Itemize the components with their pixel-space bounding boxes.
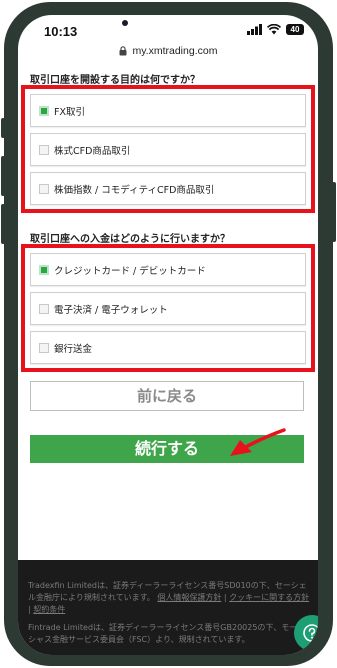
deposit-question: 取引口座への入金はどのように行いますか？ [30,234,230,245]
checkbox-checked[interactable] [39,105,49,116]
option-fx-trading[interactable]: FX取引 [30,94,306,127]
option-credit-card[interactable]: クレジットカード / デビットカード [30,253,306,286]
status-time: 10:13 [44,24,78,39]
volume-up-button [1,156,5,196]
option-label: 株価指数 / コモディティCFD商品取引 [54,184,215,196]
footer: Tradexfin Limitedは、証券ディーラーライセンス番号SD010の下… [18,560,318,655]
footer-text-tradexfin: Tradexfin Limitedは、証券ディーラーライセンス番号SD010の下… [28,580,310,616]
checkbox[interactable] [39,144,49,155]
purpose-highlight-box: FX取引 株式CFD商品取引 株価指数 / コモディティCFD商品取引 [21,85,315,213]
status-icons: 40 [247,24,304,35]
footer-line2: Fintrade Limitedは、証券ディーラーライセンス番号GB20025の… [28,623,306,644]
red-arrow-annotation [230,428,286,456]
silent-switch [1,118,5,138]
address-bar[interactable]: my.xmtrading.com [18,45,318,63]
cookie-policy-link[interactable]: クッキーに関する方針 [229,593,309,602]
checkbox-checked[interactable] [39,264,49,275]
battery-icon: 40 [286,24,304,35]
deposit-highlight-box: クレジットカード / デビットカード 電子決済 / 電子ウォレット 銀行送金 [21,244,315,372]
option-label: 電子決済 / 電子ウォレット [54,304,168,316]
lock-icon [119,46,127,56]
checkbox[interactable] [39,183,49,194]
power-button [332,182,336,242]
footer-separator: | [223,593,227,602]
option-stock-cfd[interactable]: 株式CFD商品取引 [30,133,306,166]
purpose-question: 取引口座を開設する目的は何ですか？ [30,75,200,86]
back-button[interactable]: 前に戻る [30,381,304,411]
status-bar: 10:13 40 [18,15,318,45]
screen: 10:13 40 my.xmtrading.com 取引口座を開設する目的は何で… [18,15,318,655]
option-index-commodity-cfd[interactable]: 株価指数 / コモディティCFD商品取引 [30,172,306,205]
signal-icon [247,24,262,35]
terms-link[interactable]: 契約条件 [33,605,65,614]
wifi-icon [267,24,281,35]
volume-down-button [1,204,5,244]
option-label: 株式CFD商品取引 [54,145,131,157]
url-text: my.xmtrading.com [132,45,218,58]
option-e-wallet[interactable]: 電子決済 / 電子ウォレット [30,292,306,325]
front-camera-icon [122,20,128,26]
option-label: クレジットカード / デビットカード [54,265,206,277]
footer-separator: | [28,605,31,614]
question-mark-icon [303,624,318,642]
checkbox[interactable] [39,303,49,314]
option-bank-transfer[interactable]: 銀行送金 [30,331,306,364]
option-label: 銀行送金 [54,343,93,355]
option-label: FX取引 [54,106,85,118]
checkbox[interactable] [39,342,49,353]
privacy-policy-link[interactable]: 個人情報保護方針 [157,593,221,602]
